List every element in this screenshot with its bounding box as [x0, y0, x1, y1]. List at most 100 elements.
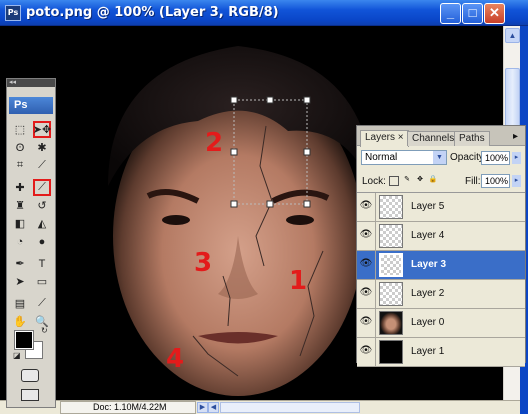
lock-transparency-icon[interactable]: [389, 176, 399, 186]
status-bar: Doc: 1.10M/4.22M ▶ ◀: [0, 400, 520, 414]
eyedropper-icon[interactable]: ⟋: [33, 295, 51, 312]
brush-icon[interactable]: ⟋: [33, 179, 51, 196]
opacity-field[interactable]: 100%: [481, 151, 510, 165]
photoshop-window: Ps poto.png @ 100% (Layer 3, RGB/8) _ □ …: [0, 0, 528, 414]
maximize-button[interactable]: □: [462, 3, 483, 24]
layer-name: Layer 0: [411, 317, 445, 328]
tab-layers[interactable]: Layers ×: [360, 130, 409, 147]
transform-bounding-box[interactable]: [230, 96, 312, 210]
paint-bucket-icon[interactable]: ◭: [33, 215, 51, 232]
horizontal-scrollbar[interactable]: [220, 402, 360, 413]
layer-thumbnail: [379, 311, 403, 335]
default-colors-icon[interactable]: ◪: [13, 351, 21, 360]
tools-palette: ◂◂ Ps ⬚ ➤✥ ʘ ✱ ⌗ ⟋ ✚ ⟋ ♜ ↺ ◧ ◭ ◔ ● ✒ T ➤ ▭ ▤ ⟋ ✋ 🔍 ◪ ↻: [6, 78, 56, 408]
face-photo: [108, 46, 373, 396]
fill-label: Fill:: [465, 176, 481, 187]
blend-mode-value: Normal: [365, 152, 398, 163]
scroll-up-button[interactable]: ▲: [505, 28, 520, 43]
palette-collapse-grip[interactable]: ◂◂: [7, 79, 55, 87]
layer-thumbnail: [379, 282, 403, 306]
lock-all-icon[interactable]: 🔒: [428, 176, 438, 186]
magic-wand-icon[interactable]: ✱: [33, 139, 51, 156]
pen-icon[interactable]: ✒: [11, 255, 29, 272]
visibility-eye-icon[interactable]: 👁: [359, 199, 373, 213]
scroll-left-button[interactable]: ◀: [208, 402, 219, 413]
divider: [375, 193, 376, 221]
eraser-icon[interactable]: ◧: [11, 215, 29, 232]
annotation-2: 2: [205, 128, 224, 158]
tab-channels[interactable]: Channels: [407, 131, 460, 146]
notes-icon[interactable]: ▤: [11, 295, 29, 312]
layer-row[interactable]: 👁 Layer 4: [357, 222, 525, 251]
chevron-down-icon[interactable]: ▼: [433, 151, 446, 164]
layer-name: Layer 5: [411, 201, 445, 212]
visibility-eye-icon[interactable]: 👁: [359, 286, 373, 300]
layer-row[interactable]: 👁 Layer 5: [357, 193, 525, 222]
healing-brush-icon[interactable]: ✚: [11, 179, 29, 196]
panel-menu-icon[interactable]: ▸: [513, 131, 518, 142]
layers-list: 👁 Layer 5 👁 Layer 4 👁 Layer 3 👁 Layer 2 👁 Layer 0…: [357, 192, 525, 367]
layer-name: Layer 3: [411, 259, 447, 270]
divider: [375, 309, 376, 337]
status-menu-arrow[interactable]: ▶: [197, 402, 208, 413]
annotation-1: 1: [289, 266, 308, 296]
rectangle-shape-icon[interactable]: ▭: [33, 273, 51, 290]
layer-name: Layer 4: [411, 230, 445, 241]
path-selection-icon[interactable]: ➤: [11, 273, 29, 290]
quick-mask-button[interactable]: [21, 369, 39, 382]
visibility-eye-icon[interactable]: 👁: [359, 344, 373, 358]
window-title: poto.png @ 100% (Layer 3, RGB/8): [26, 5, 279, 20]
history-brush-icon[interactable]: ↺: [33, 197, 51, 214]
tab-layers-label: Layers: [365, 132, 396, 143]
close-icon[interactable]: ×: [398, 132, 404, 143]
hand-icon[interactable]: ✋: [11, 313, 29, 330]
lasso-icon[interactable]: ʘ: [11, 139, 29, 156]
layer-name: Layer 2: [411, 288, 445, 299]
screen-mode-button[interactable]: [21, 389, 39, 401]
dodge-icon[interactable]: ●: [33, 233, 51, 250]
visibility-eye-icon[interactable]: 👁: [359, 315, 373, 329]
doc-size-info[interactable]: Doc: 1.10M/4.22M: [60, 401, 196, 414]
divider: [375, 338, 376, 366]
layer-thumbnail: [379, 195, 403, 219]
fill-slider-arrow[interactable]: ▸: [512, 175, 521, 187]
layer-row[interactable]: 👁 Layer 0: [357, 309, 525, 338]
annotation-3: 3: [194, 248, 213, 278]
tab-paths[interactable]: Paths: [454, 131, 490, 146]
annotation-4: 4: [166, 344, 185, 374]
photoshop-logo[interactable]: Ps: [9, 97, 53, 114]
layer-row[interactable]: 👁 Layer 1: [357, 338, 525, 367]
divider: [375, 222, 376, 250]
slice-icon[interactable]: ⟋: [33, 157, 51, 174]
lock-label: Lock:: [362, 176, 386, 187]
move-icon[interactable]: ➤✥: [33, 121, 51, 138]
layer-row[interactable]: 👁 Layer 3: [357, 251, 525, 280]
layer-name: Layer 1: [411, 346, 445, 357]
clone-stamp-icon[interactable]: ♜: [11, 197, 29, 214]
divider: [375, 251, 376, 279]
rectangular-marquee-icon[interactable]: ⬚: [11, 121, 29, 138]
photoshop-app-icon[interactable]: Ps: [5, 5, 21, 21]
fill-field[interactable]: 100%: [481, 174, 510, 188]
visibility-eye-icon[interactable]: 👁: [359, 257, 373, 271]
layers-panel: Layers × Channels Paths ▸ Normal ▼ Opaci…: [356, 125, 526, 367]
blur-icon[interactable]: ◔: [11, 233, 29, 250]
blend-mode-select[interactable]: Normal ▼: [361, 150, 447, 165]
close-button[interactable]: ✕: [484, 3, 505, 24]
opacity-slider-arrow[interactable]: ▸: [512, 152, 521, 164]
swap-colors-icon[interactable]: ↻: [41, 326, 48, 335]
title-bar[interactable]: Ps poto.png @ 100% (Layer 3, RGB/8) _ □ …: [0, 0, 528, 26]
layer-thumbnail: [379, 224, 403, 248]
divider: [375, 280, 376, 308]
layer-row[interactable]: 👁 Layer 2: [357, 280, 525, 309]
type-icon[interactable]: T: [33, 255, 51, 272]
lock-pixels-icon[interactable]: ✎: [402, 176, 412, 186]
layer-thumbnail: [379, 340, 403, 364]
panel-tabs: Layers × Channels Paths ▸: [357, 126, 525, 147]
minimize-button[interactable]: _: [440, 3, 461, 24]
crop-icon[interactable]: ⌗: [11, 157, 29, 174]
layer-thumbnail: [379, 253, 403, 277]
lock-position-icon[interactable]: ✥: [415, 176, 425, 186]
visibility-eye-icon[interactable]: 👁: [359, 228, 373, 242]
foreground-color-swatch[interactable]: [14, 330, 34, 350]
